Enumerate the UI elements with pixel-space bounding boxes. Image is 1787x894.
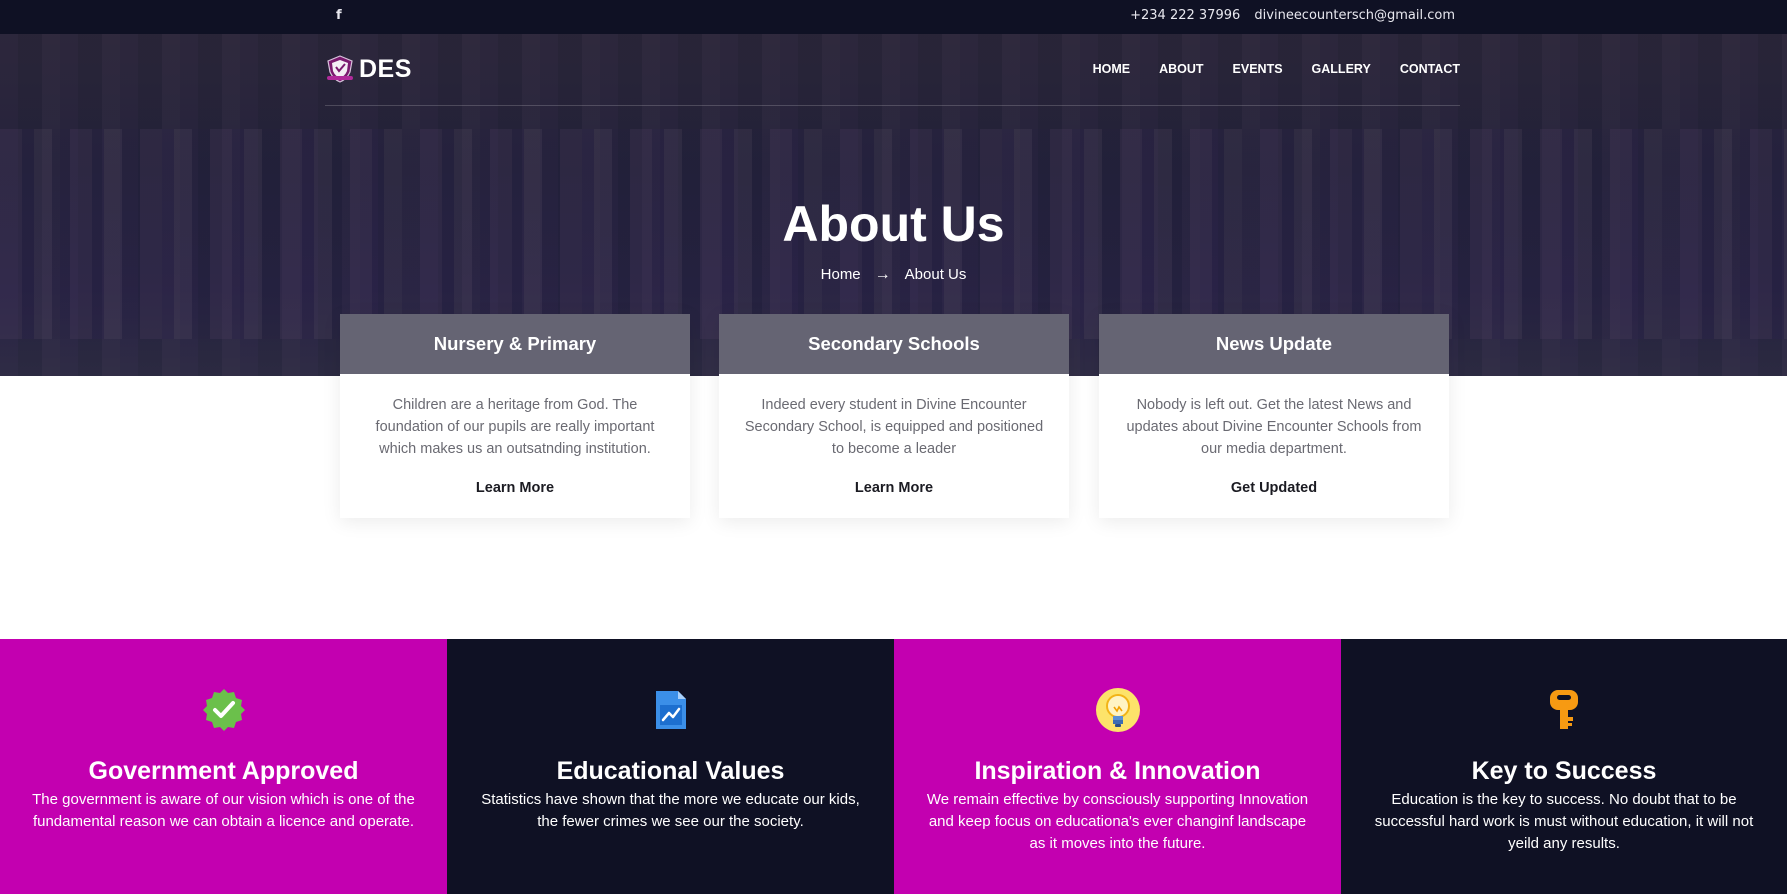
contact-info: +234 222 37996 divineecountersch@gmail.c…	[1120, 8, 1455, 23]
key-icon	[1550, 690, 1578, 729]
card-title: Nursery & Primary	[340, 314, 690, 374]
card-text: Indeed every student in Divine Encounter…	[744, 397, 1044, 457]
school-crest-icon	[327, 55, 353, 83]
lightbulb-icon	[1095, 688, 1140, 732]
top-bar: f +234 222 37996 divineecountersch@gmail…	[0, 0, 1787, 34]
learn-more-link[interactable]: Learn More	[340, 480, 690, 496]
nav-item-home[interactable]: HOME	[1093, 62, 1131, 76]
nav-menu: HOME ABOUT EVENTS GALLERY CONTACT	[1064, 62, 1460, 76]
feature-government-approved: Government Approved The government is aw…	[0, 639, 447, 894]
main-navigation: DES HOME ABOUT EVENTS GALLERY CONTACT	[325, 34, 1460, 106]
feature-title: Government Approved	[88, 757, 359, 785]
feature-title: Inspiration & Innovation	[974, 757, 1261, 785]
facebook-icon[interactable]: f	[336, 8, 342, 23]
nav-item-about[interactable]: ABOUT	[1159, 62, 1203, 76]
feature-educational-values: Educational Values Statistics have shown…	[447, 639, 894, 894]
card-news-update: News Update Nobody is left out. Get the …	[1099, 314, 1449, 518]
email-address[interactable]: divineecountersch@gmail.com	[1254, 8, 1455, 23]
logo-text: DES	[359, 54, 412, 83]
nav-item-contact[interactable]: CONTACT	[1400, 62, 1460, 76]
feature-text: Statistics have shown that the more we e…	[481, 791, 860, 830]
arrow-right-icon: →	[874, 266, 891, 283]
card-secondary-schools: Secondary Schools Indeed every student i…	[719, 314, 1069, 518]
feature-title: Educational Values	[556, 757, 785, 785]
feature-text: The government is aware of our vision wh…	[32, 791, 415, 830]
card-title: News Update	[1099, 314, 1449, 374]
breadcrumb-current: About Us	[904, 266, 967, 283]
site-logo[interactable]: DES	[325, 54, 412, 84]
feature-key-to-success: Key to Success Education is the key to s…	[1341, 639, 1787, 894]
breadcrumb: Home → About Us	[0, 266, 1787, 284]
page-title: About Us	[782, 196, 1005, 252]
phone-number[interactable]: +234 222 37996	[1130, 8, 1240, 23]
verified-badge-icon	[202, 689, 245, 731]
feature-inspiration-innovation: Inspiration & Innovation We remain effec…	[894, 639, 1341, 894]
card-text: Nobody is left out. Get the latest News …	[1126, 397, 1422, 457]
feature-text: We remain effective by consciously suppo…	[926, 791, 1309, 852]
card-text: Children are a heritage from God. The fo…	[375, 397, 655, 457]
nav-item-events[interactable]: EVENTS	[1233, 62, 1283, 76]
card-title: Secondary Schools	[719, 314, 1069, 374]
breadcrumb-home[interactable]: Home	[821, 266, 861, 283]
card-nursery-primary: Nursery & Primary Children are a heritag…	[340, 314, 690, 518]
feature-title: Key to Success	[1471, 757, 1657, 785]
chart-document-icon	[655, 691, 686, 729]
get-updated-link[interactable]: Get Updated	[1099, 480, 1449, 496]
feature-text: Education is the key to success. No doub…	[1374, 791, 1754, 852]
nav-item-gallery[interactable]: GALLERY	[1312, 62, 1371, 76]
learn-more-link[interactable]: Learn More	[719, 480, 1069, 496]
